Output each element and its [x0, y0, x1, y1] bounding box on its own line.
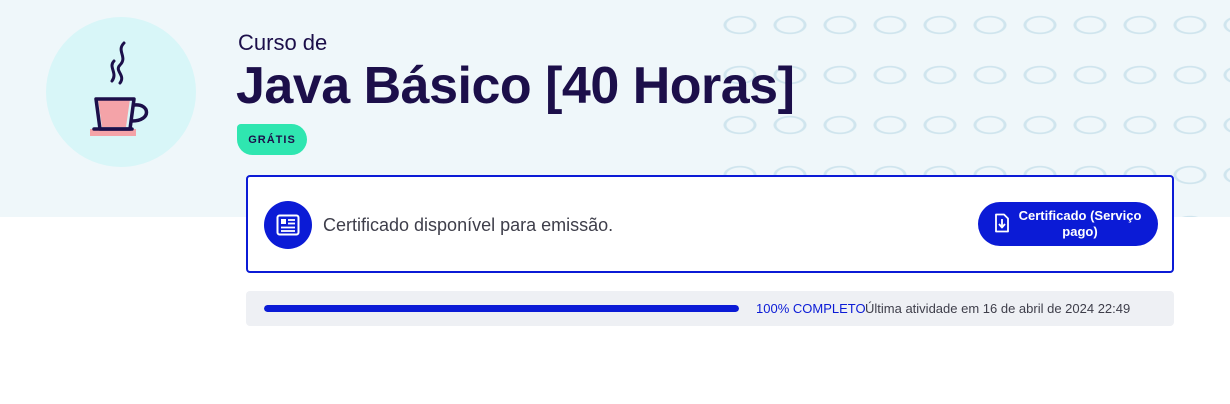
certificate-message: Certificado disponível para emissão. [323, 215, 614, 235]
progress-bar-fill [264, 305, 739, 312]
course-title: Java Básico [40 Horas] [236, 57, 795, 115]
certificate-panel: Certificado disponível para emissão. Cer… [246, 175, 1174, 273]
coffee-cup-icon [90, 41, 149, 136]
progress-row: 100% COMPLETO Última atividade em 16 de … [246, 291, 1174, 326]
certificate-button-label: Certificado (Serviço pago) [1018, 208, 1142, 239]
download-file-icon [994, 213, 1010, 236]
price-badge: GRÁTIS [237, 124, 307, 155]
progress-bar [264, 305, 739, 312]
course-icon [46, 17, 196, 167]
last-activity: Última atividade em 16 de abril de 2024 … [865, 301, 1131, 316]
certificate-icon [264, 201, 312, 249]
certificate-button[interactable]: Certificado (Serviço pago) [978, 202, 1158, 246]
course-prefix: Curso de [238, 30, 328, 55]
progress-percent: 100% COMPLETO [756, 301, 866, 316]
